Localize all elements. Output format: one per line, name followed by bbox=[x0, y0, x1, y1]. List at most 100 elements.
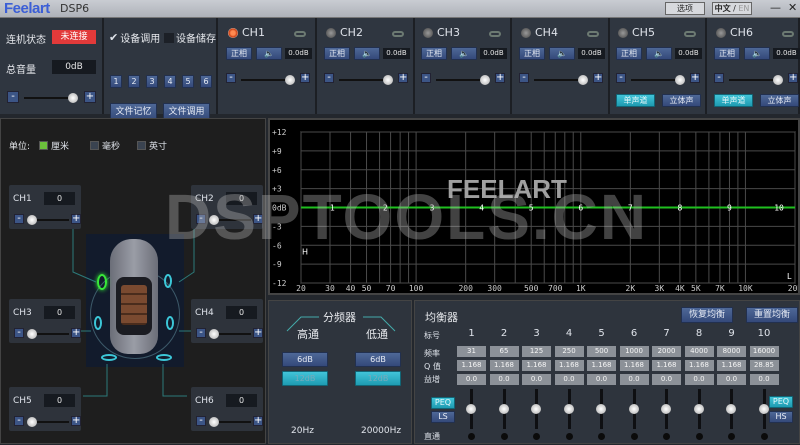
band-gain-slider[interactable] bbox=[563, 389, 574, 429]
band-frequency-input[interactable]: 500 bbox=[587, 346, 616, 357]
delay-plus[interactable]: + bbox=[71, 328, 81, 338]
lp-6db-button[interactable]: 6dB bbox=[355, 352, 401, 367]
delay-minus[interactable]: - bbox=[14, 328, 24, 338]
band-gain-input[interactable]: 0.0 bbox=[457, 374, 486, 385]
slider-knob[interactable] bbox=[209, 417, 219, 427]
slider-knob[interactable] bbox=[563, 404, 574, 414]
delay-plus[interactable]: + bbox=[253, 416, 263, 426]
channel-volume-minus[interactable]: - bbox=[616, 73, 626, 83]
preset-button-5[interactable]: 5 bbox=[182, 75, 194, 88]
mono-button[interactable]: 单声道 bbox=[714, 94, 753, 107]
band-gain-slider[interactable] bbox=[531, 389, 541, 429]
link-icon[interactable] bbox=[587, 31, 599, 37]
phase-button[interactable]: 正相 bbox=[226, 47, 252, 60]
channel-volume-slider[interactable] bbox=[729, 75, 783, 85]
hp-6db-button[interactable]: 6dB bbox=[282, 352, 328, 367]
channel-volume-minus[interactable]: - bbox=[226, 73, 236, 83]
band-q-input[interactable]: 28.85 bbox=[749, 360, 779, 371]
channel-active-led[interactable] bbox=[228, 28, 238, 38]
delay-value-input[interactable]: 0 bbox=[44, 192, 75, 205]
stereo-button[interactable]: 立体声 bbox=[760, 94, 799, 107]
band-gain-input[interactable]: 0.0 bbox=[587, 374, 616, 385]
band-gain-slider[interactable] bbox=[661, 389, 671, 429]
band-frequency-input[interactable]: 4000 bbox=[684, 346, 714, 357]
channel-active-led[interactable] bbox=[618, 28, 628, 38]
band-q-input[interactable]: 1.168 bbox=[652, 360, 681, 371]
band-gain-slider[interactable] bbox=[466, 389, 476, 429]
band-bypass-toggle[interactable] bbox=[500, 433, 508, 440]
phase-button[interactable]: 正相 bbox=[519, 47, 545, 60]
slider-knob[interactable] bbox=[531, 404, 541, 414]
channel-volume-slider[interactable] bbox=[436, 75, 490, 85]
minimize-button[interactable]: — bbox=[770, 1, 781, 14]
phase-button[interactable]: 正相 bbox=[324, 47, 350, 60]
band-q-input[interactable]: 1.168 bbox=[554, 360, 584, 371]
hp-12db-button[interactable]: 12dB bbox=[282, 371, 328, 386]
band-q-input[interactable]: 1.168 bbox=[684, 360, 714, 371]
channel-volume-minus[interactable]: - bbox=[714, 73, 724, 83]
slider-knob[interactable] bbox=[383, 75, 393, 85]
band-gain-input[interactable]: 0.0 bbox=[489, 374, 519, 385]
channel-volume-slider[interactable] bbox=[534, 75, 588, 85]
band-frequency-input[interactable]: 250 bbox=[554, 346, 584, 357]
preset-button-6[interactable]: 6 bbox=[200, 75, 212, 88]
options-button[interactable]: 选项 bbox=[665, 2, 705, 15]
slider-knob[interactable] bbox=[68, 93, 78, 103]
band-gain-slider[interactable] bbox=[628, 389, 639, 429]
phase-button[interactable]: 正相 bbox=[421, 47, 447, 60]
band-gain-input[interactable]: 0.0 bbox=[749, 374, 779, 385]
slider-knob[interactable] bbox=[596, 404, 606, 414]
delay-minus[interactable]: - bbox=[196, 416, 206, 426]
slider-knob[interactable] bbox=[773, 75, 783, 85]
phase-button[interactable]: 正相 bbox=[714, 47, 740, 60]
channel-volume-plus[interactable]: + bbox=[398, 73, 408, 83]
band-q-input[interactable]: 1.168 bbox=[619, 360, 649, 371]
slider-knob[interactable] bbox=[480, 75, 490, 85]
lang-en[interactable]: EN bbox=[738, 4, 749, 13]
delay-value-input[interactable]: 0 bbox=[226, 306, 257, 319]
hs-button[interactable]: HS bbox=[769, 411, 793, 423]
band-bypass-toggle[interactable] bbox=[630, 433, 638, 440]
slider-knob[interactable] bbox=[498, 404, 509, 414]
master-volume-slider[interactable] bbox=[24, 93, 78, 103]
delay-value-input[interactable]: 0 bbox=[226, 394, 257, 407]
preset-button-4[interactable]: 4 bbox=[164, 75, 176, 88]
device-store-checkbox[interactable]: 设备储存 bbox=[164, 30, 216, 45]
mute-button[interactable]: 🔈 bbox=[354, 47, 380, 60]
preset-button-1[interactable]: 1 bbox=[110, 75, 122, 88]
lp-frequency[interactable]: 20000Hz bbox=[361, 426, 401, 436]
slider-knob[interactable] bbox=[578, 75, 588, 85]
band-frequency-input[interactable]: 2000 bbox=[652, 346, 681, 357]
ls-button[interactable]: LS bbox=[431, 411, 455, 423]
slider-knob[interactable] bbox=[209, 329, 219, 339]
slider-knob[interactable] bbox=[661, 404, 671, 414]
band-gain-slider[interactable] bbox=[596, 389, 606, 429]
channel-volume-plus[interactable]: + bbox=[690, 73, 700, 83]
channel-volume-slider[interactable] bbox=[631, 75, 685, 85]
band-gain-slider[interactable] bbox=[758, 389, 769, 429]
band-gain-input[interactable]: 0.0 bbox=[522, 374, 551, 385]
band-frequency-input[interactable]: 8000 bbox=[717, 346, 746, 357]
slider-knob[interactable] bbox=[27, 417, 37, 427]
band-q-input[interactable]: 1.168 bbox=[457, 360, 486, 371]
delay-slider[interactable] bbox=[27, 417, 69, 427]
band-bypass-toggle[interactable] bbox=[468, 433, 475, 440]
band-bypass-toggle[interactable] bbox=[728, 433, 735, 440]
peq-left-button[interactable]: PEQ bbox=[431, 397, 455, 409]
preset-button-3[interactable]: 3 bbox=[146, 75, 158, 88]
delay-plus[interactable]: + bbox=[71, 416, 81, 426]
channel-volume-plus[interactable]: + bbox=[495, 73, 505, 83]
mute-button[interactable]: 🔈 bbox=[256, 47, 282, 60]
channel-volume-plus[interactable]: + bbox=[300, 73, 310, 83]
device-call-checkbox[interactable]: ✔ 设备调用 bbox=[109, 30, 160, 45]
restore-eq-button[interactable]: 恢复均衡 bbox=[681, 307, 733, 323]
master-volume-plus[interactable]: + bbox=[84, 91, 96, 103]
slider-knob[interactable] bbox=[466, 404, 476, 414]
delay-slider[interactable] bbox=[209, 417, 251, 427]
band-frequency-input[interactable]: 31 bbox=[457, 346, 486, 357]
slider-knob[interactable] bbox=[27, 215, 37, 225]
channel-volume-minus[interactable]: - bbox=[519, 73, 529, 83]
delay-minus[interactable]: - bbox=[14, 416, 24, 426]
slider-knob[interactable] bbox=[628, 404, 639, 414]
peq-right-button[interactable]: PEQ bbox=[769, 396, 793, 408]
